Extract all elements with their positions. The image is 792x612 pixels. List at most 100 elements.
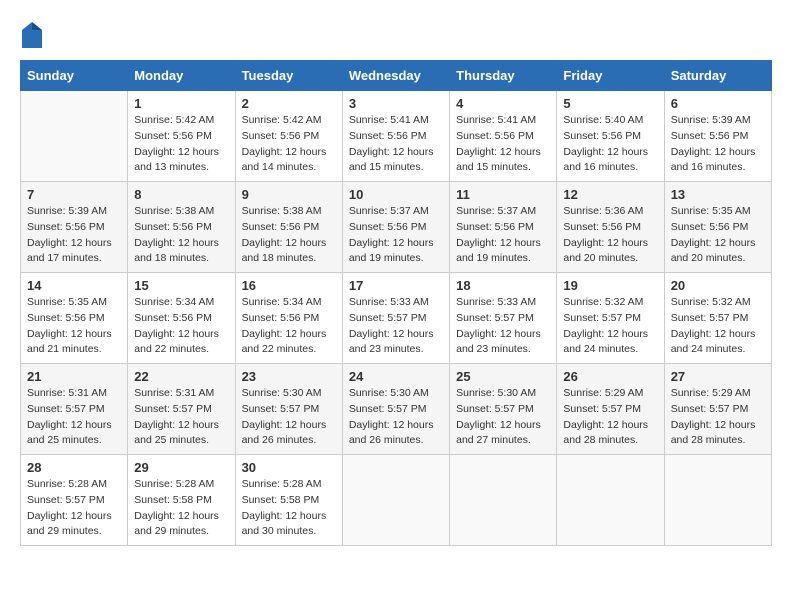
page-header — [20, 20, 772, 50]
day-info: Sunrise: 5:31 AM Sunset: 5:57 PM Dayligh… — [134, 386, 228, 449]
day-header: Tuesday — [235, 61, 342, 91]
day-info: Sunrise: 5:33 AM Sunset: 5:57 PM Dayligh… — [456, 295, 550, 358]
day-number: 27 — [671, 369, 765, 384]
day-info: Sunrise: 5:39 AM Sunset: 5:56 PM Dayligh… — [671, 113, 765, 176]
calendar-cell: 29 Sunrise: 5:28 AM Sunset: 5:58 PM Dayli… — [128, 455, 235, 546]
day-info: Sunrise: 5:31 AM Sunset: 5:57 PM Dayligh… — [27, 386, 121, 449]
day-info: Sunrise: 5:41 AM Sunset: 5:56 PM Dayligh… — [349, 113, 443, 176]
day-number: 3 — [349, 96, 443, 111]
calendar-cell — [342, 455, 449, 546]
day-number: 18 — [456, 278, 550, 293]
day-number: 7 — [27, 187, 121, 202]
day-number: 25 — [456, 369, 550, 384]
day-number: 22 — [134, 369, 228, 384]
day-info: Sunrise: 5:28 AM Sunset: 5:57 PM Dayligh… — [27, 477, 121, 540]
calendar-cell: 17 Sunrise: 5:33 AM Sunset: 5:57 PM Dayli… — [342, 273, 449, 364]
calendar-cell: 25 Sunrise: 5:30 AM Sunset: 5:57 PM Dayli… — [450, 364, 557, 455]
calendar-cell: 18 Sunrise: 5:33 AM Sunset: 5:57 PM Dayli… — [450, 273, 557, 364]
day-info: Sunrise: 5:42 AM Sunset: 5:56 PM Dayligh… — [242, 113, 336, 176]
calendar-cell: 9Sunrise: 5:38 AM Sunset: 5:56 PM Daylig… — [235, 182, 342, 273]
day-info: Sunrise: 5:33 AM Sunset: 5:57 PM Dayligh… — [349, 295, 443, 358]
day-number: 14 — [27, 278, 121, 293]
day-number: 13 — [671, 187, 765, 202]
day-info: Sunrise: 5:42 AM Sunset: 5:56 PM Dayligh… — [134, 113, 228, 176]
day-number: 8 — [134, 187, 228, 202]
calendar-week-row: 7 Sunrise: 5:39 AM Sunset: 5:56 PM Daylig… — [21, 182, 772, 273]
day-info: Sunrise: 5:39 AM Sunset: 5:56 PM Dayligh… — [27, 204, 121, 267]
calendar-cell: 4 Sunrise: 5:41 AM Sunset: 5:56 PM Daylig… — [450, 91, 557, 182]
day-number: 11 — [456, 187, 550, 202]
calendar-week-row: 14 Sunrise: 5:35 AM Sunset: 5:56 PM Dayli… — [21, 273, 772, 364]
calendar-cell: 13 Sunrise: 5:35 AM Sunset: 5:56 PM Dayli… — [664, 182, 771, 273]
calendar-cell: 23 Sunrise: 5:30 AM Sunset: 5:57 PM Dayli… — [235, 364, 342, 455]
day-info: Sunrise: 5:35 AM Sunset: 5:56 PM Dayligh… — [671, 204, 765, 267]
day-header: Monday — [128, 61, 235, 91]
day-info: Sunrise: 5:30 AM Sunset: 5:57 PM Dayligh… — [349, 386, 443, 449]
calendar-cell: 12 Sunrise: 5:36 AM Sunset: 5:56 PM Dayli… — [557, 182, 664, 273]
calendar-cell: 7 Sunrise: 5:39 AM Sunset: 5:56 PM Daylig… — [21, 182, 128, 273]
day-number: 6 — [671, 96, 765, 111]
day-header: Friday — [557, 61, 664, 91]
logo — [20, 20, 48, 50]
day-info: Sunrise: 5:38 AM Sunset: 5:56 PM Dayligh… — [134, 204, 228, 267]
day-number: 5 — [563, 96, 657, 111]
day-header: Saturday — [664, 61, 771, 91]
day-info: Sunrise: 5:37 AM Sunset: 5:56 PM Dayligh… — [456, 204, 550, 267]
day-number: 28 — [27, 460, 121, 475]
calendar-cell — [21, 91, 128, 182]
calendar-cell — [664, 455, 771, 546]
calendar-cell: 24 Sunrise: 5:30 AM Sunset: 5:57 PM Dayli… — [342, 364, 449, 455]
day-number: 19 — [563, 278, 657, 293]
day-number: 2 — [242, 96, 336, 111]
calendar-cell — [450, 455, 557, 546]
day-number: 23 — [242, 369, 336, 384]
day-info: Sunrise: 5:36 AM Sunset: 5:56 PM Dayligh… — [563, 204, 657, 267]
day-info: Sunrise: 5:40 AM Sunset: 5:56 PM Dayligh… — [563, 113, 657, 176]
day-number: 10 — [349, 187, 443, 202]
day-info: Sunrise: 5:28 AM Sunset: 5:58 PM Dayligh… — [134, 477, 228, 540]
day-info: Sunrise: 5:32 AM Sunset: 5:57 PM Dayligh… — [671, 295, 765, 358]
calendar-cell: 26 Sunrise: 5:29 AM Sunset: 5:57 PM Dayli… — [557, 364, 664, 455]
calendar-week-row: 1 Sunrise: 5:42 AM Sunset: 5:56 PM Daylig… — [21, 91, 772, 182]
day-info: Sunrise: 5:41 AM Sunset: 5:56 PM Dayligh… — [456, 113, 550, 176]
calendar-cell: 1 Sunrise: 5:42 AM Sunset: 5:56 PM Daylig… — [128, 91, 235, 182]
calendar-cell: 8 Sunrise: 5:38 AM Sunset: 5:56 PM Daylig… — [128, 182, 235, 273]
calendar-cell: 28 Sunrise: 5:28 AM Sunset: 5:57 PM Dayli… — [21, 455, 128, 546]
calendar-cell: 2 Sunrise: 5:42 AM Sunset: 5:56 PM Daylig… — [235, 91, 342, 182]
calendar-cell: 30Sunrise: 5:28 AM Sunset: 5:58 PM Dayli… — [235, 455, 342, 546]
calendar-week-row: 28 Sunrise: 5:28 AM Sunset: 5:57 PM Dayli… — [21, 455, 772, 546]
day-info: Sunrise: 5:30 AM Sunset: 5:57 PM Dayligh… — [242, 386, 336, 449]
day-info: Sunrise: 5:29 AM Sunset: 5:57 PM Dayligh… — [563, 386, 657, 449]
day-number: 15 — [134, 278, 228, 293]
calendar-week-row: 21Sunrise: 5:31 AM Sunset: 5:57 PM Dayli… — [21, 364, 772, 455]
day-info: Sunrise: 5:34 AM Sunset: 5:56 PM Dayligh… — [134, 295, 228, 358]
calendar-cell: 21Sunrise: 5:31 AM Sunset: 5:57 PM Dayli… — [21, 364, 128, 455]
calendar-cell — [557, 455, 664, 546]
day-info: Sunrise: 5:38 AM Sunset: 5:56 PM Dayligh… — [242, 204, 336, 267]
day-info: Sunrise: 5:30 AM Sunset: 5:57 PM Dayligh… — [456, 386, 550, 449]
day-header: Thursday — [450, 61, 557, 91]
calendar-cell: 22 Sunrise: 5:31 AM Sunset: 5:57 PM Dayli… — [128, 364, 235, 455]
calendar-cell: 15 Sunrise: 5:34 AM Sunset: 5:56 PM Dayli… — [128, 273, 235, 364]
day-number: 24 — [349, 369, 443, 384]
day-number: 29 — [134, 460, 228, 475]
calendar-cell: 5 Sunrise: 5:40 AM Sunset: 5:56 PM Daylig… — [557, 91, 664, 182]
day-header: Wednesday — [342, 61, 449, 91]
day-info: Sunrise: 5:34 AM Sunset: 5:56 PM Dayligh… — [242, 295, 336, 358]
calendar-cell: 11 Sunrise: 5:37 AM Sunset: 5:56 PM Dayli… — [450, 182, 557, 273]
calendar-cell: 14 Sunrise: 5:35 AM Sunset: 5:56 PM Dayli… — [21, 273, 128, 364]
calendar-cell: 6 Sunrise: 5:39 AM Sunset: 5:56 PM Daylig… — [664, 91, 771, 182]
calendar-cell: 27 Sunrise: 5:29 AM Sunset: 5:57 PM Dayli… — [664, 364, 771, 455]
day-number: 1 — [134, 96, 228, 111]
calendar-cell: 20Sunrise: 5:32 AM Sunset: 5:57 PM Dayli… — [664, 273, 771, 364]
day-header: Sunday — [21, 61, 128, 91]
day-number: 26 — [563, 369, 657, 384]
day-info: Sunrise: 5:35 AM Sunset: 5:56 PM Dayligh… — [27, 295, 121, 358]
day-info: Sunrise: 5:37 AM Sunset: 5:56 PM Dayligh… — [349, 204, 443, 267]
day-info: Sunrise: 5:29 AM Sunset: 5:57 PM Dayligh… — [671, 386, 765, 449]
day-number: 17 — [349, 278, 443, 293]
day-number: 4 — [456, 96, 550, 111]
day-number: 12 — [563, 187, 657, 202]
logo-icon — [20, 20, 44, 50]
day-number: 16 — [242, 278, 336, 293]
